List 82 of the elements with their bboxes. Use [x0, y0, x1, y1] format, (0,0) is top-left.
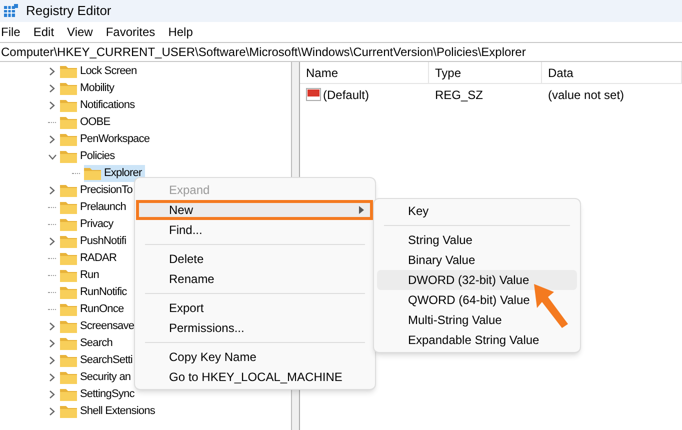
folder-icon [60, 235, 77, 248]
folder-icon [60, 354, 77, 367]
menu-item[interactable]: Help [168, 23, 193, 41]
chevron-right-icon[interactable] [49, 356, 55, 365]
folder-icon [60, 337, 77, 350]
chevron-right-icon[interactable] [49, 186, 55, 195]
menu-item[interactable]: DWORD (32-bit) Value [377, 270, 577, 290]
tree-item[interactable]: RunOnce [80, 301, 124, 318]
menu-item[interactable]: Go to HKEY_LOCAL_MACHINE [138, 367, 372, 387]
chevron-right-icon[interactable] [49, 84, 55, 93]
table-cell-text: (Default) [323, 86, 370, 104]
column-header[interactable]: Data [542, 62, 682, 83]
menu-item[interactable]: Delete [138, 249, 372, 269]
tree-item[interactable]: RADAR [80, 250, 117, 267]
folder-icon [60, 405, 77, 418]
folder-icon [60, 218, 77, 231]
window-title: Registry Editor [26, 2, 112, 20]
folder-icon [60, 303, 77, 316]
chevron-right-icon[interactable] [49, 237, 55, 246]
folder-icon [60, 99, 77, 112]
chevron-right-icon[interactable] [49, 390, 55, 399]
tree-item[interactable]: Shell Extensions [80, 403, 155, 420]
folder-icon [60, 82, 77, 95]
table-cell-text: (value not set) [547, 86, 626, 104]
chevron-right-icon[interactable] [49, 101, 55, 110]
chevron-right-icon[interactable] [49, 373, 55, 382]
folder-icon [60, 388, 77, 401]
folder-icon [60, 269, 77, 282]
chevron-right-icon[interactable] [49, 135, 55, 144]
menu-item[interactable]: QWORD (64-bit) Value [377, 290, 577, 310]
chevron-right-icon[interactable] [49, 407, 55, 416]
tree-item[interactable]: Prelaunch [80, 199, 126, 216]
app-icon [4, 4, 18, 18]
tree-item[interactable]: Security an [80, 369, 131, 386]
menu-item[interactable]: Export [138, 298, 372, 318]
folder-icon [60, 65, 77, 78]
tree-item[interactable]: OOBE [80, 114, 110, 131]
tree-item[interactable]: Lock Screen [80, 63, 137, 80]
tree-item[interactable]: PrecisionTo [80, 182, 132, 199]
tree-item[interactable]: Screensave [80, 318, 134, 335]
menu-item[interactable]: Expandable String Value [377, 330, 577, 350]
string-value-icon [306, 88, 321, 101]
tree-item[interactable]: PushNotifi [80, 233, 126, 250]
chevron-right-icon[interactable] [49, 339, 55, 348]
folder-icon [60, 133, 77, 146]
tree-item[interactable]: Search [80, 335, 112, 352]
folder-icon [60, 320, 77, 333]
folder-icon [60, 371, 77, 384]
menu-item[interactable]: Binary Value [377, 250, 577, 270]
tree-item[interactable]: SearchSetti [80, 352, 132, 369]
menu-item[interactable]: Multi-String Value [377, 310, 577, 330]
tree-item[interactable]: Mobility [80, 80, 114, 97]
menu-item[interactable]: Rename [138, 269, 372, 289]
tree-item[interactable]: PenWorkspace [80, 131, 150, 148]
folder-icon [60, 286, 77, 299]
menu-item[interactable]: Permissions... [138, 318, 372, 338]
menu-item[interactable]: File [1, 23, 20, 41]
folder-icon [60, 252, 77, 265]
chevron-down-icon[interactable] [48, 154, 56, 160]
menu-item[interactable]: Copy Key Name [138, 347, 372, 367]
tree-item[interactable]: Privacy [80, 216, 114, 233]
tree-item[interactable]: SettingSync [80, 386, 134, 403]
tree-item[interactable]: Policies [80, 148, 115, 165]
chevron-right-icon[interactable] [49, 322, 55, 331]
menu-item[interactable]: Find... [138, 220, 372, 240]
folder-icon [60, 184, 77, 197]
folder-icon [60, 150, 77, 163]
tree-item[interactable]: Run [80, 267, 99, 284]
menu-item[interactable]: String Value [377, 230, 577, 250]
chevron-right-icon[interactable] [49, 67, 55, 76]
tree-item[interactable]: RunNotific [80, 284, 127, 301]
menu-item[interactable]: Key [377, 201, 577, 221]
table-cell-text: REG_SZ [434, 86, 484, 104]
menu-item[interactable]: Edit [33, 23, 54, 41]
folder-icon [60, 116, 77, 129]
menu-item[interactable]: View [67, 23, 93, 41]
tree-item[interactable]: Notifications [80, 97, 135, 114]
folder-icon [84, 167, 101, 180]
column-header[interactable]: Name [300, 62, 429, 83]
folder-icon [60, 201, 77, 214]
menu-item[interactable]: Favorites [106, 23, 156, 41]
column-header[interactable]: Type [429, 62, 542, 83]
